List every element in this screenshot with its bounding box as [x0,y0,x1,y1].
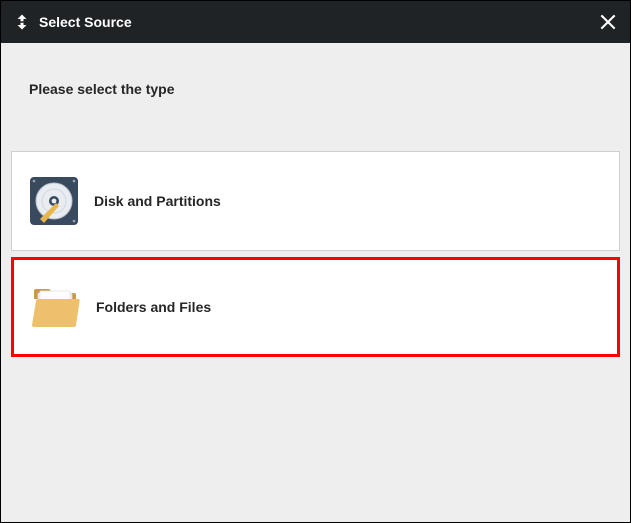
titlebar: Select Source [1,1,630,43]
option-list: Disk and Partitions Folders and Files [1,151,630,357]
dialog-title: Select Source [39,14,132,30]
content-area: Please select the type [1,43,630,522]
disk-icon [26,173,82,229]
option-disk-partitions[interactable]: Disk and Partitions [11,151,620,251]
option-label: Folders and Files [96,299,211,315]
close-icon [598,12,618,32]
dialog: Select Source Please select the type [0,0,631,523]
close-button[interactable] [598,12,618,32]
app-logo-icon [13,13,31,31]
folder-icon [28,279,84,335]
prompt-text: Please select the type [1,43,630,97]
option-folders-files[interactable]: Folders and Files [11,257,620,357]
option-label: Disk and Partitions [94,193,221,209]
